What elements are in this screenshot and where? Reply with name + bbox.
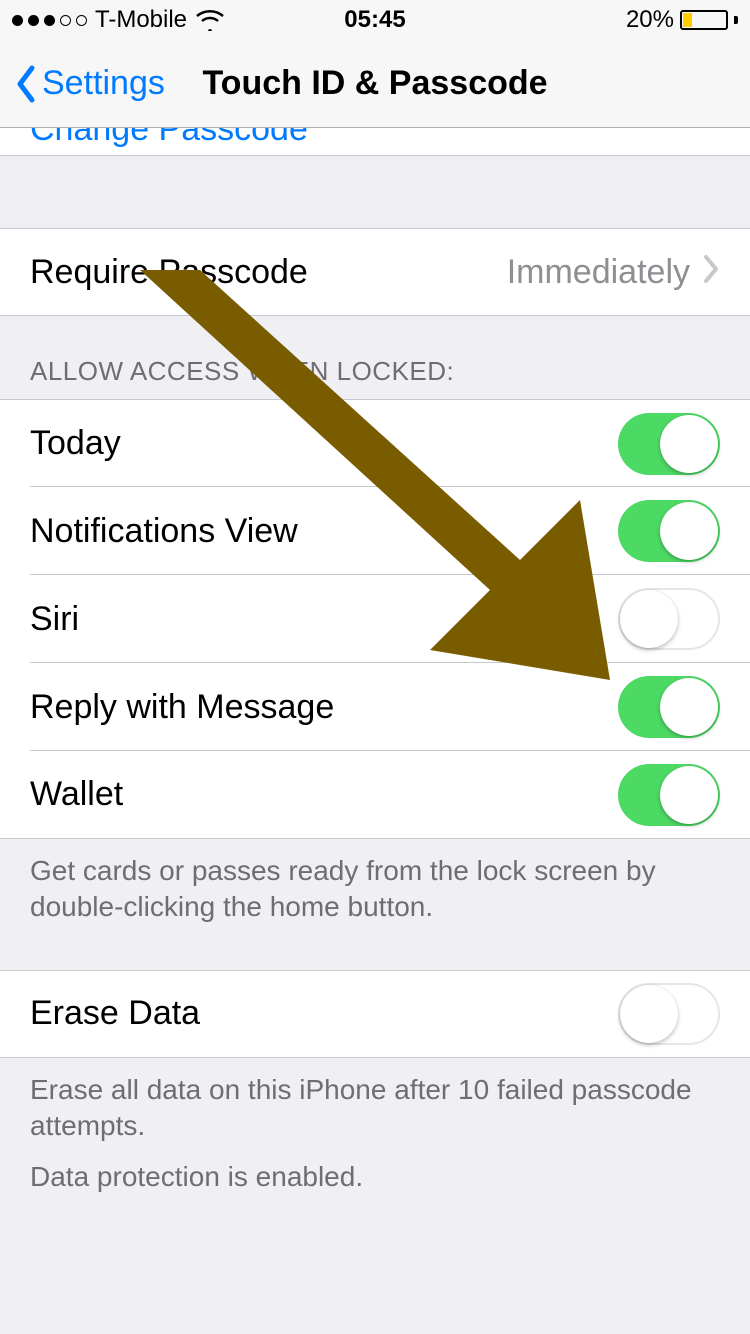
carrier-label: T-Mobile — [95, 6, 187, 34]
status-bar: T-Mobile 05:45 20% — [0, 0, 750, 40]
require-passcode-row[interactable]: Require Passcode Immediately — [0, 228, 750, 316]
notifications-view-label: Notifications View — [30, 512, 618, 551]
wallet-footer: Get cards or passes ready from the lock … — [0, 839, 750, 936]
notifications-view-toggle[interactable] — [618, 500, 720, 562]
chevron-right-icon — [702, 251, 720, 294]
require-passcode-value: Immediately — [507, 253, 690, 292]
wallet-toggle[interactable] — [618, 764, 720, 826]
erase-data-toggle[interactable] — [618, 983, 720, 1045]
battery-percent-label: 20% — [626, 6, 674, 34]
content: Change Passcode Require Passcode Immedia… — [0, 128, 750, 1205]
erase-data-footer-2: Data protection is enabled. — [0, 1155, 750, 1205]
change-passcode-row[interactable]: Change Passcode — [0, 128, 750, 156]
chevron-left-icon — [14, 64, 38, 104]
status-time: 05:45 — [344, 6, 405, 34]
back-label: Settings — [42, 64, 165, 103]
back-button[interactable]: Settings — [0, 64, 165, 104]
status-right: 20% — [626, 6, 738, 34]
reply-with-message-row[interactable]: Reply with Message — [0, 663, 750, 751]
erase-data-label: Erase Data — [30, 994, 618, 1033]
wifi-icon — [195, 9, 225, 31]
siri-toggle[interactable] — [618, 588, 720, 650]
navigation-bar: Settings Touch ID & Passcode — [0, 40, 750, 128]
today-label: Today — [30, 424, 618, 463]
reply-with-message-toggle[interactable] — [618, 676, 720, 738]
reply-with-message-label: Reply with Message — [30, 688, 618, 727]
change-passcode-label: Change Passcode — [30, 128, 308, 149]
erase-data-row[interactable]: Erase Data — [0, 970, 750, 1058]
erase-data-footer-1: Erase all data on this iPhone after 10 f… — [0, 1058, 750, 1155]
today-toggle[interactable] — [618, 413, 720, 475]
siri-row[interactable]: Siri — [0, 575, 750, 663]
wallet-label: Wallet — [30, 775, 618, 814]
signal-strength-icon — [12, 15, 87, 26]
today-row[interactable]: Today — [0, 399, 750, 487]
siri-label: Siri — [30, 600, 618, 639]
status-left: T-Mobile — [12, 6, 225, 34]
page-title: Touch ID & Passcode — [202, 64, 547, 103]
notifications-view-row[interactable]: Notifications View — [0, 487, 750, 575]
wallet-row[interactable]: Wallet — [0, 751, 750, 839]
allow-access-header: ALLOW ACCESS WHEN LOCKED: — [0, 316, 750, 399]
require-passcode-label: Require Passcode — [30, 253, 507, 292]
battery-icon — [680, 10, 728, 30]
